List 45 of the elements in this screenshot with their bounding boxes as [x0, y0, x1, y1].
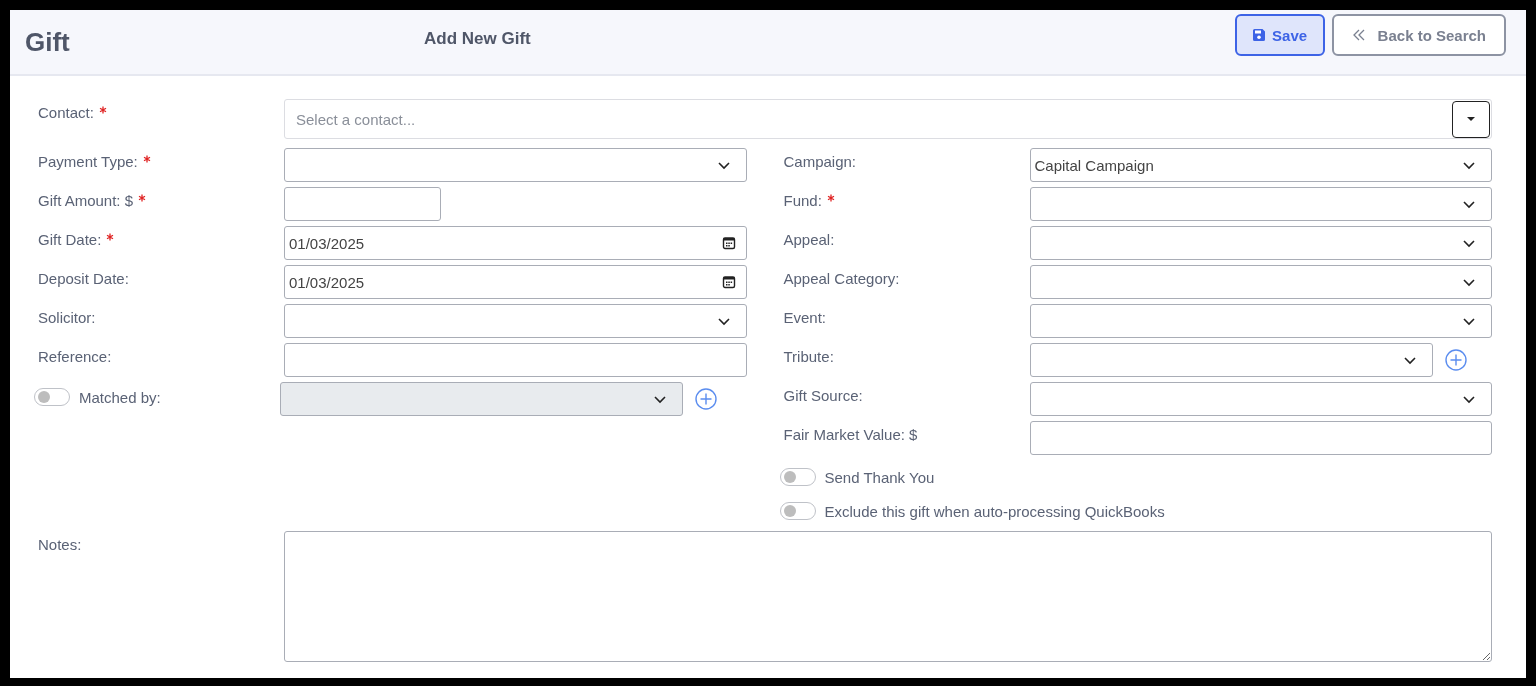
toggle-switch[interactable] — [779, 502, 816, 520]
field-label: Campaign: — [783, 153, 857, 170]
field-label: Reference: — [38, 348, 112, 365]
date-field[interactable]: 01/03/2025 — [284, 265, 747, 299]
field-label: Contact: — [38, 104, 94, 121]
toggle-label: Exclude this gift when auto-processing QuickBooks — [824, 502, 1165, 520]
field-label: Solicitor: — [38, 309, 96, 326]
calendar-icon — [721, 236, 736, 250]
save-button[interactable]: Save — [1234, 14, 1325, 56]
back-to-search-button[interactable]: Back to Search — [1331, 14, 1506, 56]
dropdown-field[interactable]: Capital Campaign — [1029, 148, 1492, 182]
toggle-switch[interactable] — [779, 468, 816, 486]
field-label: Payment Type: — [38, 153, 138, 170]
dropdown-field[interactable] — [1029, 187, 1492, 221]
field-label: Gift Date: — [38, 231, 102, 248]
date-field[interactable]: 01/03/2025 — [284, 226, 747, 260]
input-field[interactable] — [1029, 421, 1492, 455]
field-label: Event: — [783, 309, 827, 326]
field-label: Gift Source: — [783, 387, 863, 404]
dropdown-field[interactable] — [1029, 304, 1492, 338]
input-field[interactable] — [284, 343, 747, 377]
page-title: Gift — [25, 26, 71, 58]
dropdown-field[interactable] — [284, 148, 747, 182]
field-label: Deposit Date: — [38, 270, 129, 287]
field-label: Appeal: — [783, 231, 835, 248]
form-title: Add New Gift — [424, 29, 531, 49]
add-circle-icon[interactable] — [1444, 349, 1467, 371]
dropdown-field[interactable] — [1029, 265, 1492, 299]
dropdown-field[interactable] — [1029, 382, 1492, 416]
dropdown-toggle-button[interactable] — [1452, 100, 1490, 138]
dropdown-field[interactable] — [284, 304, 747, 338]
field-label: Appeal Category: — [783, 270, 900, 287]
caret-down-icon — [1466, 116, 1476, 122]
field-label: Notes: — [38, 536, 82, 553]
field-label: Gift Amount: $ — [38, 192, 134, 209]
field-label: Tribute: — [783, 348, 834, 365]
calendar-icon — [721, 275, 736, 289]
double-chevron-left-icon — [1351, 28, 1366, 42]
input-field[interactable] — [284, 187, 441, 221]
field-label: Matched by: — [79, 388, 161, 406]
field-label: Fair Market Value: $ — [783, 426, 918, 443]
field-label: Fund: — [783, 192, 822, 209]
toggle-label: Send Thank You — [824, 468, 935, 486]
dropdown-field[interactable] — [1029, 343, 1433, 377]
dropdown-field[interactable] — [1029, 226, 1492, 260]
